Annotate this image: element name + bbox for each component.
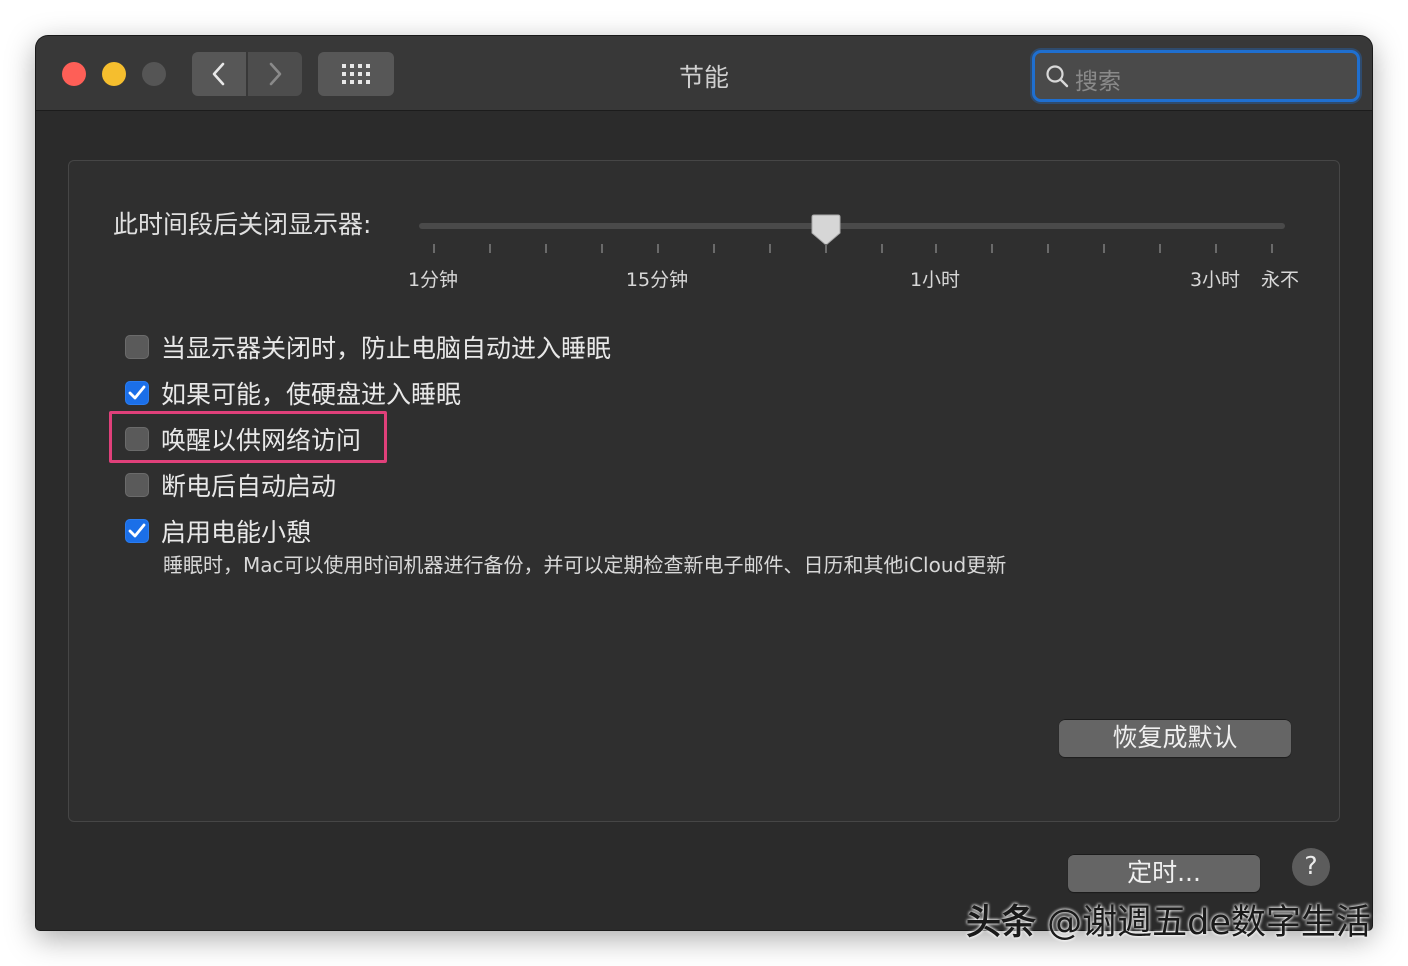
slider-tick	[991, 244, 993, 253]
slider-tick	[881, 244, 883, 253]
search-icon	[1046, 65, 1069, 88]
slider-tick	[713, 244, 715, 253]
option-label: 断电后自动启动	[161, 472, 337, 501]
titlebar: 节能 搜索	[36, 36, 1372, 111]
tick-label-1hour: 1小时	[909, 269, 961, 291]
slider-tick	[489, 244, 491, 253]
display-sleep-label: 此时间段后关闭显示器:	[113, 210, 372, 239]
option-auto-restart[interactable]: 断电后自动启动	[125, 467, 336, 503]
disk-sleep-checkbox[interactable]	[125, 381, 149, 405]
power-nap-checkbox[interactable]	[125, 519, 149, 543]
watermark: 头条 @谢週五de数字生活	[966, 894, 1371, 945]
help-button[interactable]: ?	[1292, 848, 1330, 886]
prevent-sleep-checkbox[interactable]	[125, 335, 149, 359]
display-sleep-slider-track[interactable]	[419, 223, 1285, 229]
option-disk-sleep[interactable]: 如果可能，使硬盘进入睡眠	[125, 375, 461, 411]
tick-label-3hours: 3小时	[1189, 269, 1241, 291]
option-label: 如果可能，使硬盘进入睡眠	[161, 380, 462, 409]
watermark-brand: 头条	[966, 903, 1037, 943]
slider-tick	[657, 244, 659, 253]
tick-label-15min: 15分钟	[625, 269, 689, 291]
auto-restart-checkbox[interactable]	[125, 473, 149, 497]
slider-knob[interactable]	[811, 213, 841, 247]
slider-tick	[769, 244, 771, 253]
slider-tick	[1215, 244, 1217, 253]
slider-tick	[825, 244, 827, 253]
slider-tick	[601, 244, 603, 253]
slider-tick	[1047, 244, 1049, 253]
schedule-button[interactable]: 定时...	[1068, 854, 1260, 892]
slider-tick	[545, 244, 547, 253]
slider-tick	[1271, 244, 1273, 253]
search-placeholder: 搜索	[1075, 69, 1121, 95]
slider-tick	[433, 244, 435, 253]
option-label: 启用电能小憩	[161, 518, 312, 547]
option-prevent-sleep[interactable]: 当显示器关闭时，防止电脑自动进入睡眠	[125, 329, 611, 365]
annotation-highlight-box	[109, 411, 387, 463]
settings-panel: 此时间段后关闭显示器: 1分钟 15分钟 1小时 3小时 永不 当显示器关闭时，…	[68, 160, 1340, 822]
search-field[interactable]: 搜索	[1032, 50, 1360, 102]
checkmark-icon	[128, 385, 146, 400]
option-label: 当显示器关闭时，防止电脑自动进入睡眠	[161, 334, 612, 363]
slider-tick	[1103, 244, 1105, 253]
checkmark-icon	[128, 523, 146, 538]
restore-defaults-button[interactable]: 恢复成默认	[1059, 719, 1291, 757]
option-power-nap[interactable]: 启用电能小憩	[125, 513, 311, 549]
tick-label-never: 永不	[1260, 269, 1300, 291]
slider-tick	[1159, 244, 1161, 253]
watermark-handle: @谢週五de数字生活	[1047, 903, 1371, 943]
power-nap-description: 睡眠时，Mac可以使用时间机器进行备份，并可以定期检查新电子邮件、日历和其他iC…	[163, 553, 1007, 577]
tick-label-1min: 1分钟	[407, 269, 459, 291]
slider-tick	[935, 244, 937, 253]
energy-saver-window: 节能 搜索 此时间段后关闭显示器: 1分钟 15分钟 1小时 3小时 永不 当显…	[36, 36, 1372, 930]
